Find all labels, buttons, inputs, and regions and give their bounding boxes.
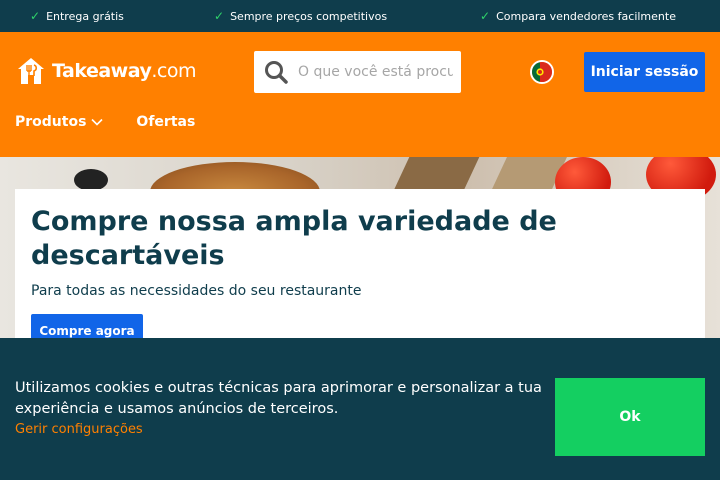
usp-label: Sempre preços competitivos [230,9,388,23]
hero-subtitle: Para todas as necessidades do seu restau… [31,283,362,299]
cookie-message: Utilizamos cookies e outras técnicas par… [15,380,542,417]
site-header: Takeaway.com Iniciar sessão Produtos Ofe… [0,32,720,157]
main-nav: Produtos Ofertas [15,114,195,130]
usp-label: Entrega grátis [46,9,124,23]
hero-title: Compre nossa ampla variedade de descartá… [31,206,557,271]
portugal-flag-icon[interactable] [530,60,554,84]
nav-item-offers[interactable]: Ofertas [136,114,195,130]
shop-now-button[interactable]: Compre agora [31,314,143,338]
nav-item-label: Ofertas [136,114,196,130]
login-button[interactable]: Iniciar sessão [584,52,705,92]
usp-item-compare-sellers: ✓ Compara vendedores facilmente [480,9,676,23]
search-box [254,51,461,93]
logo-brand: Takeaway [52,60,152,82]
hero-card: Compre nossa ampla variedade de descartá… [15,189,705,338]
search-icon[interactable] [254,59,298,85]
nav-item-label: Produtos [15,114,87,130]
nav-item-products[interactable]: Produtos [15,114,104,130]
chevron-down-icon [91,118,103,126]
search-input[interactable] [298,64,453,80]
logo-wordmark: Takeaway.com [52,60,196,82]
logo-suffix: .com [151,60,196,82]
cookie-ok-button[interactable]: Ok [555,378,705,456]
check-icon: ✓ [480,9,491,23]
house-fork-icon [18,58,44,84]
takeaway-logo[interactable]: Takeaway.com [16,56,196,86]
usp-label: Compara vendedores facilmente [496,9,676,23]
usp-bar: ✓ Entrega grátis ✓ Sempre preços competi… [0,0,720,32]
usp-item-competitive-prices: ✓ Sempre preços competitivos [214,9,387,23]
usp-item-free-delivery: ✓ Entrega grátis [30,9,124,23]
hero-banner: Compre nossa ampla variedade de descartá… [0,157,720,338]
hero-image-olive [74,169,108,191]
cookie-banner: Utilizamos cookies e outras técnicas par… [0,338,720,480]
check-icon: ✓ [214,9,225,23]
manage-settings-link[interactable]: Gerir configurações [15,422,143,437]
check-icon: ✓ [30,9,41,23]
